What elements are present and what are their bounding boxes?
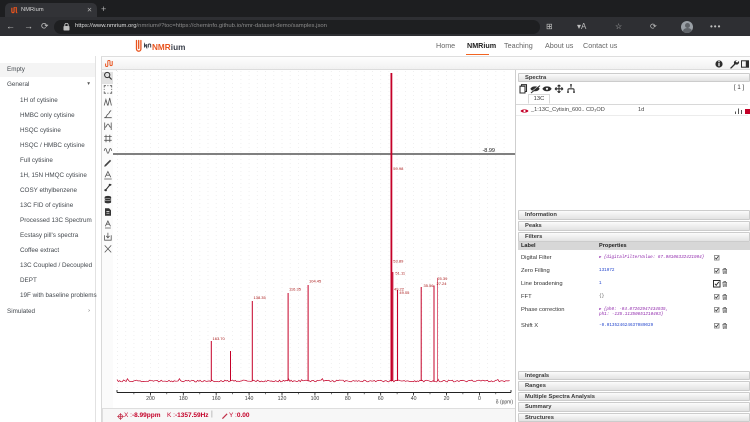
svg-text:NMR: NMR [152, 43, 171, 52]
svg-text:180: 180 [179, 396, 188, 402]
svg-text:53.89: 53.89 [393, 259, 404, 264]
svg-text:-8.99: -8.99 [482, 148, 495, 154]
svg-text:20: 20 [444, 396, 450, 402]
svg-text:80: 80 [345, 396, 351, 402]
svg-text:δ (ppm): δ (ppm) [496, 400, 514, 406]
svg-text:200: 200 [146, 396, 155, 402]
svg-text:163.70: 163.70 [213, 336, 226, 341]
svg-text:160: 160 [212, 396, 221, 402]
svg-text:116.35: 116.35 [289, 287, 302, 292]
svg-text:138.35: 138.35 [254, 295, 267, 300]
svg-text:ium: ium [171, 43, 185, 52]
svg-text:59.98: 59.98 [393, 166, 404, 171]
svg-text:0: 0 [478, 396, 481, 402]
svg-text:51.11: 51.11 [395, 271, 405, 276]
svg-text:100: 100 [311, 396, 320, 402]
svg-text:35.56: 35.56 [424, 283, 435, 288]
svg-text:60: 60 [378, 396, 384, 402]
svg-text:27.24: 27.24 [437, 281, 448, 286]
svg-text:49.05: 49.05 [399, 290, 410, 295]
svg-text:140: 140 [245, 396, 254, 402]
svg-text:104.45: 104.45 [309, 279, 322, 284]
svg-text:40: 40 [411, 396, 417, 402]
svg-text:120: 120 [278, 396, 287, 402]
